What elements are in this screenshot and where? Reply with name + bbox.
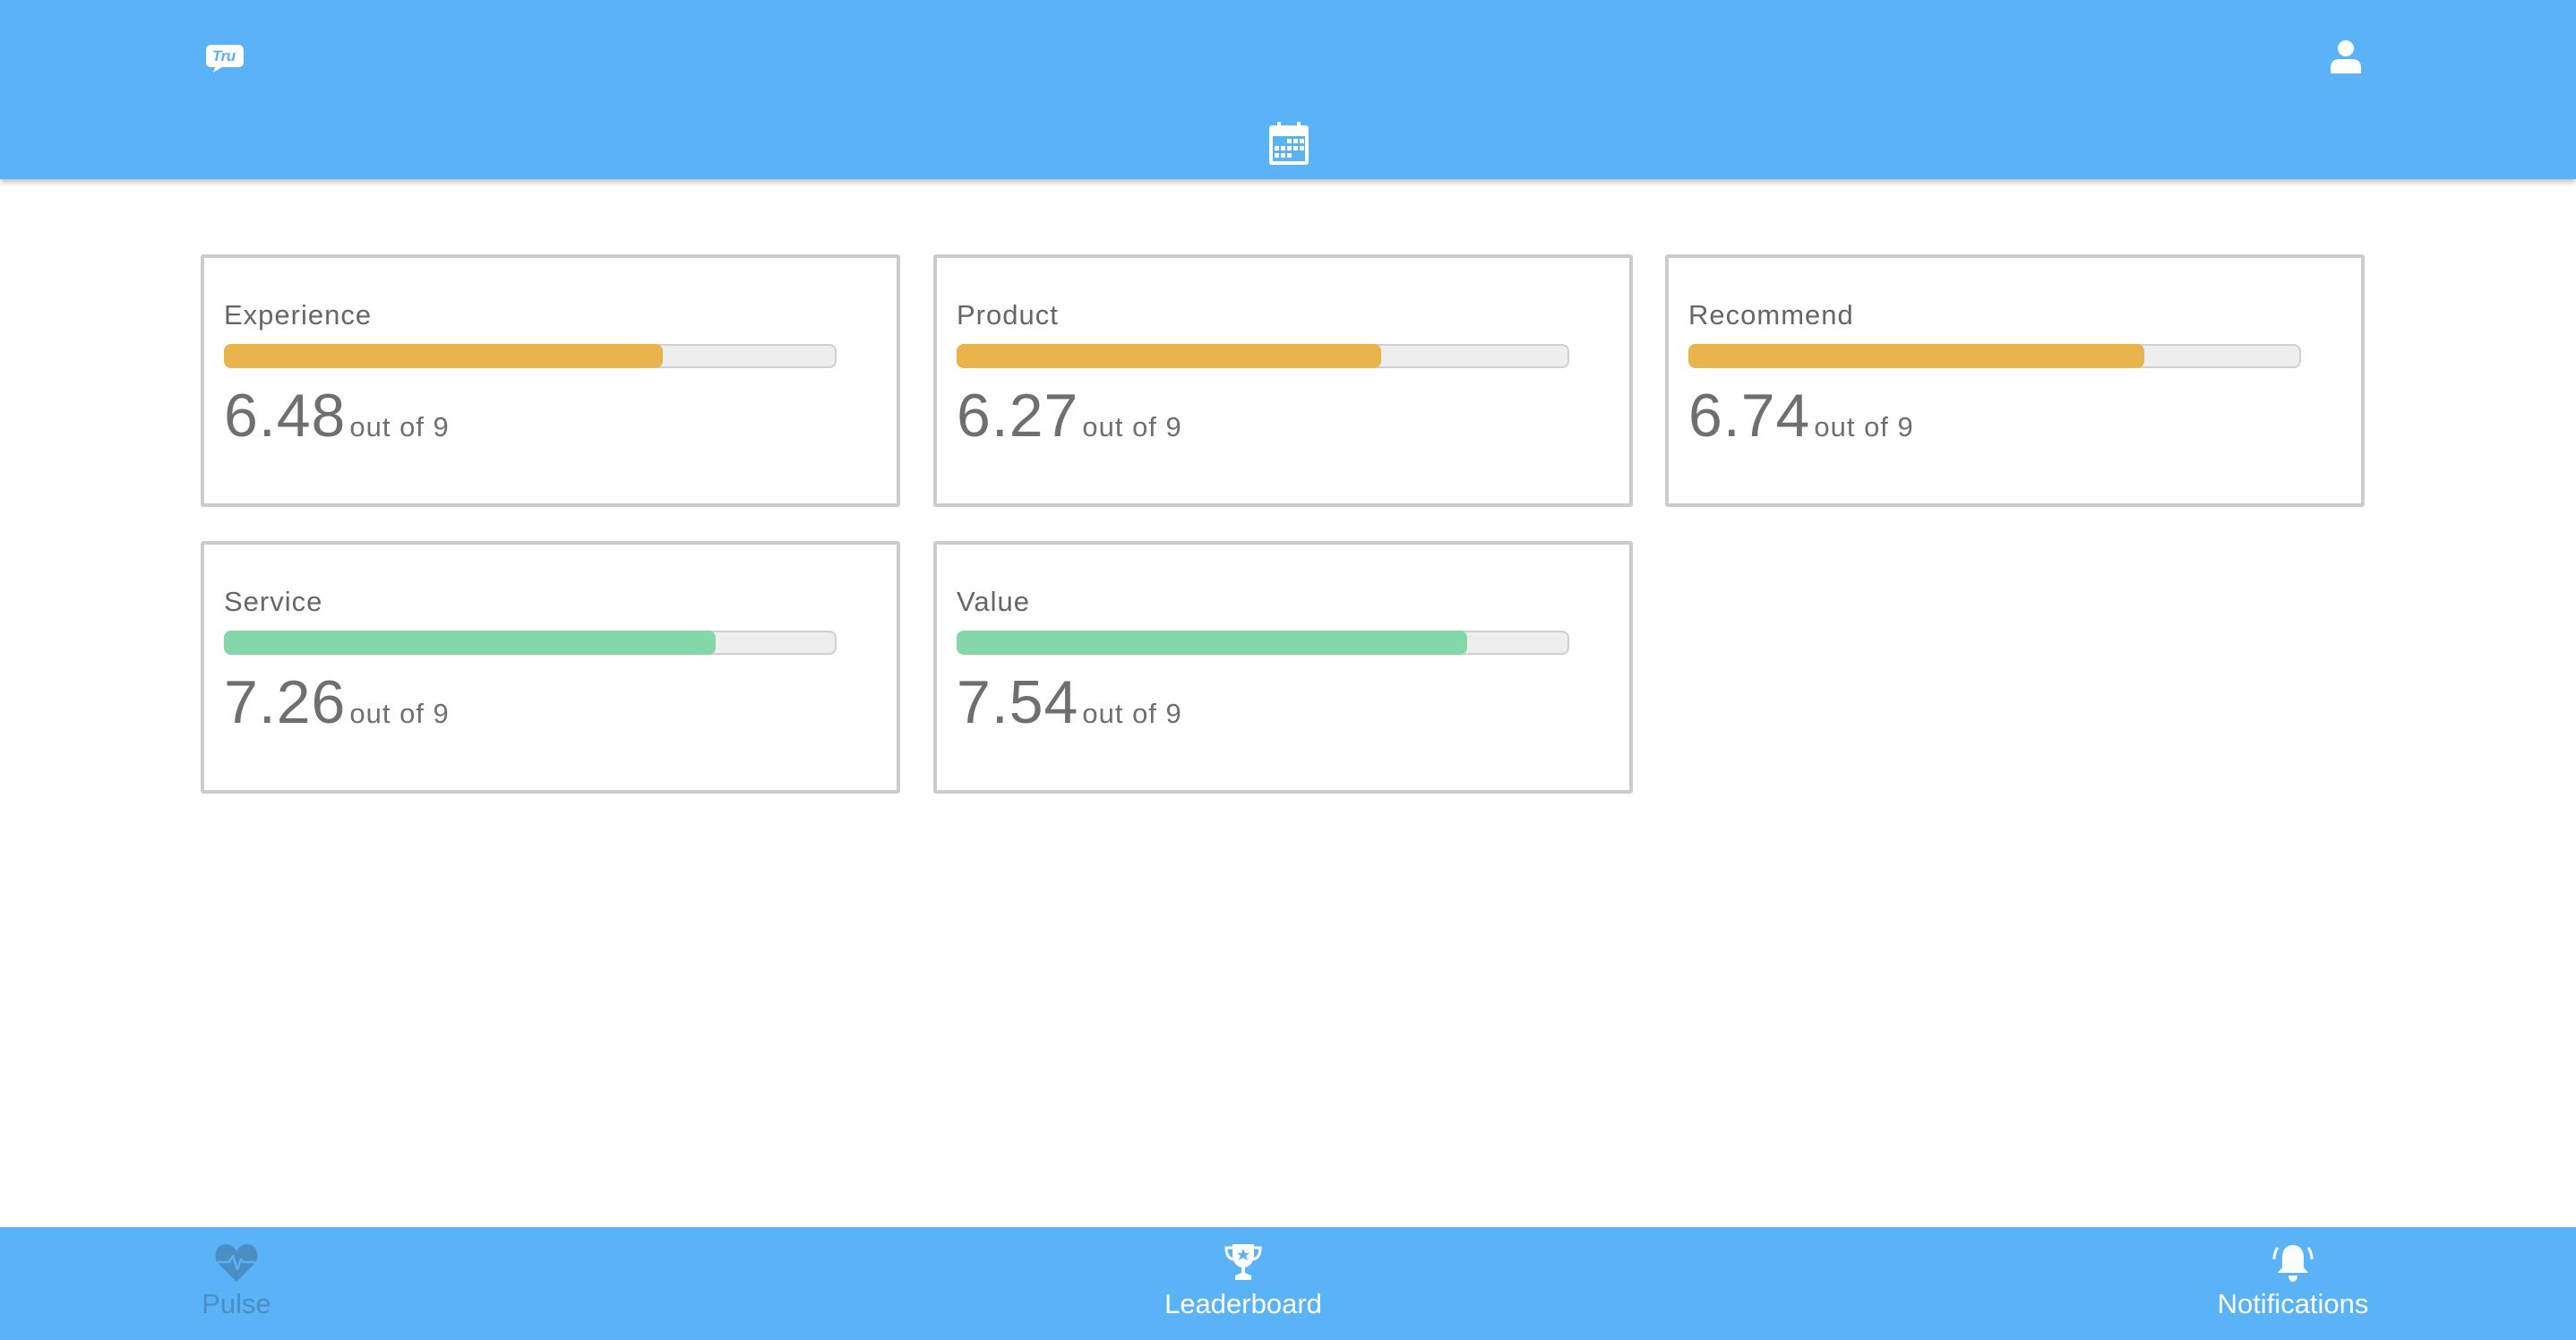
metric-progress-bar xyxy=(957,631,1569,655)
nav-leaderboard[interactable]: Leaderboard xyxy=(1109,1227,1378,1340)
bell-icon xyxy=(2272,1245,2314,1282)
metric-card-product[interactable]: Product 6.27 out of 9 xyxy=(933,254,1633,507)
nav-label: Leaderboard xyxy=(1164,1288,1322,1319)
metric-label: Experience xyxy=(224,299,373,331)
metric-scale: out of 9 xyxy=(349,698,450,729)
trophy-icon xyxy=(1224,1244,1262,1280)
nav-label: Notifications xyxy=(2217,1288,2369,1319)
metric-progress-fill xyxy=(224,344,663,368)
heart-pulse-icon xyxy=(215,1244,258,1282)
metric-scale: out of 9 xyxy=(1082,698,1182,729)
metric-scale: out of 9 xyxy=(349,411,450,442)
nav-notifications[interactable]: Notifications xyxy=(2159,1227,2427,1340)
metric-progress-bar xyxy=(957,344,1569,368)
metric-card-service[interactable]: Service 7.26 out of 9 xyxy=(201,541,900,794)
metric-progress-fill xyxy=(957,344,1381,368)
top-header: Tru xyxy=(0,0,2576,179)
metric-progress-fill xyxy=(1688,344,2145,368)
metric-progress-fill xyxy=(224,631,716,655)
metric-label: Service xyxy=(224,586,323,617)
bottom-nav: Pulse Leaderboard Notifications xyxy=(0,1227,2576,1340)
nav-label: Pulse xyxy=(202,1288,271,1319)
metric-label: Recommend xyxy=(1688,299,1854,331)
metric-card-value[interactable]: Value 7.54 out of 9 xyxy=(933,541,1633,794)
metric-score: 7.54 xyxy=(957,668,1079,736)
metrics-grid: Experience 6.48 out of 9 Product 6.27 out … xyxy=(0,179,2576,1227)
metric-card-recommend[interactable]: Recommend 6.74 out of 9 xyxy=(1665,254,2365,507)
calendar-icon[interactable] xyxy=(1267,122,1310,167)
logo-icon[interactable]: Tru xyxy=(202,39,247,73)
user-icon[interactable] xyxy=(2331,39,2361,73)
logo-text: Tru xyxy=(212,47,236,64)
metric-progress-bar xyxy=(224,344,837,368)
metric-label: Product xyxy=(957,299,1059,331)
metric-label: Value xyxy=(957,586,1030,617)
metric-score: 6.27 xyxy=(957,382,1079,450)
metric-scale: out of 9 xyxy=(1814,411,1914,442)
metric-scale: out of 9 xyxy=(1082,411,1182,442)
metric-score: 6.48 xyxy=(224,382,347,450)
metric-progress-fill xyxy=(957,631,1467,655)
metric-progress-bar xyxy=(224,631,837,655)
metric-progress-bar xyxy=(1688,344,2301,368)
metric-score: 6.74 xyxy=(1688,382,1811,450)
nav-pulse[interactable]: Pulse xyxy=(147,1227,326,1340)
metric-card-experience[interactable]: Experience 6.48 out of 9 xyxy=(201,254,900,507)
metric-score: 7.26 xyxy=(224,668,347,736)
